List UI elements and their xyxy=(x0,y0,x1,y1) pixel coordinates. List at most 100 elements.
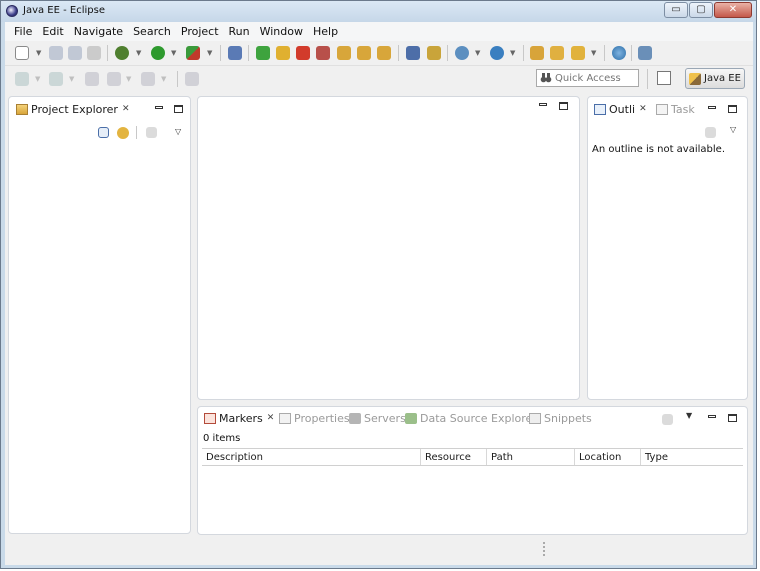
new-icon[interactable] xyxy=(15,46,29,60)
menu-run[interactable]: Run xyxy=(224,25,255,38)
quick-access-box[interactable] xyxy=(536,69,639,87)
disconnect-icon[interactable] xyxy=(316,46,330,60)
menu-edit[interactable]: Edit xyxy=(37,25,68,38)
eclipse-window: Java EE - Eclipse ▭ ▢ ✕ File Edit Naviga… xyxy=(0,0,757,569)
pin-editor-icon[interactable] xyxy=(185,72,199,86)
external-tools-icon[interactable] xyxy=(186,46,200,60)
maximize-view-icon[interactable] xyxy=(174,105,183,113)
data-source-explorer-icon xyxy=(405,412,417,424)
collapse-all-icon[interactable] xyxy=(98,127,109,138)
maximize-view-icon[interactable] xyxy=(728,414,737,422)
link-with-editor-icon[interactable] xyxy=(117,127,129,139)
view-menu-icon[interactable]: ▼ xyxy=(686,411,692,420)
web-service-dropdown-arrow-icon[interactable]: ▼ xyxy=(510,49,515,57)
close-view-icon[interactable]: ✕ xyxy=(122,104,130,114)
column-path[interactable]: Path xyxy=(487,449,575,465)
minimize-view-icon[interactable] xyxy=(155,106,163,109)
menu-search[interactable]: Search xyxy=(128,25,176,38)
column-location[interactable]: Location xyxy=(575,449,641,465)
close-view-icon[interactable]: ✕ xyxy=(639,104,647,114)
last-edit-location-icon[interactable] xyxy=(85,72,99,86)
view-menu-icon[interactable]: ▽ xyxy=(730,125,736,134)
debug-dropdown-arrow-icon[interactable]: ▼ xyxy=(136,49,141,57)
project-explorer-tab-label: Project Explorer xyxy=(31,102,118,116)
editor-area[interactable] xyxy=(197,96,580,400)
secondary-toolbar: ▼ ▼ ▼ ▼ Java EE xyxy=(5,66,753,92)
step-over-icon[interactable] xyxy=(357,46,371,60)
title-bar[interactable]: Java EE - Eclipse ▭ ▢ ✕ xyxy=(1,1,756,22)
open-folder-icon[interactable] xyxy=(550,46,564,60)
use-step-filters-icon[interactable] xyxy=(406,46,420,60)
new-server-icon[interactable] xyxy=(455,46,469,60)
properties-tab-label: Properties xyxy=(294,411,350,425)
step-return-icon[interactable] xyxy=(377,46,391,60)
minimize-editor-icon[interactable] xyxy=(539,103,547,106)
save-icon[interactable] xyxy=(49,46,63,60)
view-menu-icon[interactable]: ▽ xyxy=(175,127,181,136)
open-perspective-icon[interactable] xyxy=(657,71,671,85)
menu-file[interactable]: File xyxy=(9,25,37,38)
close-view-icon[interactable]: ✕ xyxy=(267,413,275,423)
suspend-icon[interactable] xyxy=(276,46,290,60)
maximize-editor-icon[interactable] xyxy=(559,102,568,110)
view-toolbar-separator xyxy=(136,126,137,139)
new-web-service-icon[interactable] xyxy=(490,46,504,60)
new-dropdown-arrow-icon[interactable]: ▼ xyxy=(36,49,41,57)
debug-icon[interactable] xyxy=(115,46,129,60)
maximize-view-icon[interactable] xyxy=(728,105,737,113)
close-window-button[interactable]: ✕ xyxy=(714,2,752,18)
browser-globe-icon[interactable] xyxy=(612,46,626,60)
search-pen-icon[interactable] xyxy=(571,46,585,60)
focus-on-work-icon[interactable] xyxy=(705,127,716,138)
snippets-tab-label: Snippets xyxy=(544,411,592,425)
minimize-view-icon[interactable] xyxy=(708,106,716,109)
markers-tab-label: Markers xyxy=(219,411,263,425)
step-into-icon[interactable] xyxy=(337,46,351,60)
menu-window[interactable]: Window xyxy=(255,25,308,38)
tab-snippets[interactable]: Snippets xyxy=(526,408,595,428)
column-type[interactable]: Type xyxy=(641,449,741,465)
save-all-icon[interactable] xyxy=(68,46,82,60)
tab-data-source-explorer[interactable]: Data Source Explorer xyxy=(402,408,540,428)
tab-outline[interactable]: Outli ✕ xyxy=(590,99,651,119)
tab-markers[interactable]: Markers ✕ xyxy=(200,408,279,428)
menu-help[interactable]: Help xyxy=(308,25,343,38)
back-dropdown-arrow-icon[interactable]: ▼ xyxy=(126,75,131,83)
run-dropdown-arrow-icon[interactable]: ▼ xyxy=(171,49,176,57)
drop-to-frame-icon[interactable] xyxy=(427,46,441,60)
column-description[interactable]: Description xyxy=(202,449,421,465)
minimize-window-button[interactable]: ▭ xyxy=(664,2,688,18)
back-icon[interactable] xyxy=(107,72,121,86)
new-server-dropdown-arrow-icon[interactable]: ▼ xyxy=(475,49,480,57)
column-resource[interactable]: Resource xyxy=(421,449,487,465)
print-icon[interactable] xyxy=(87,46,101,60)
terminate-icon[interactable] xyxy=(296,46,310,60)
skip-breakpoints-icon[interactable] xyxy=(228,46,242,60)
forward-icon[interactable] xyxy=(141,72,155,86)
workbench: File Edit Navigate Search Project Run Wi… xyxy=(5,22,753,565)
maximize-window-button[interactable]: ▢ xyxy=(689,2,713,18)
previous-annotation-dropdown-arrow-icon[interactable]: ▼ xyxy=(69,75,74,83)
tab-task[interactable]: Task xyxy=(653,99,698,119)
menu-project[interactable]: Project xyxy=(176,25,224,38)
forward-dropdown-arrow-icon[interactable]: ▼ xyxy=(161,75,166,83)
search-dropdown-arrow-icon[interactable]: ▼ xyxy=(591,49,596,57)
minimize-view-icon[interactable] xyxy=(708,415,716,418)
focus-on-work-icon[interactable] xyxy=(662,414,673,425)
menu-navigate[interactable]: Navigate xyxy=(69,25,128,38)
previous-annotation-icon[interactable] xyxy=(49,72,63,86)
resume-icon[interactable] xyxy=(256,46,270,60)
run-icon[interactable] xyxy=(151,46,165,60)
toolbar-separator xyxy=(604,45,605,61)
perspective-java-ee-button[interactable]: Java EE xyxy=(685,68,745,89)
tab-project-explorer[interactable]: Project Explorer ✕ xyxy=(12,99,134,119)
tab-servers[interactable]: Servers xyxy=(346,408,409,428)
open-type-icon[interactable] xyxy=(530,46,544,60)
external-tools-dropdown-arrow-icon[interactable]: ▼ xyxy=(207,49,212,57)
focus-on-work-icon[interactable] xyxy=(146,127,157,138)
web-services-explorer-icon[interactable] xyxy=(638,46,652,60)
quick-access-input[interactable] xyxy=(555,71,637,85)
tab-properties[interactable]: Properties xyxy=(276,408,353,428)
next-annotation-icon[interactable] xyxy=(15,72,29,86)
next-annotation-dropdown-arrow-icon[interactable]: ▼ xyxy=(35,75,40,83)
